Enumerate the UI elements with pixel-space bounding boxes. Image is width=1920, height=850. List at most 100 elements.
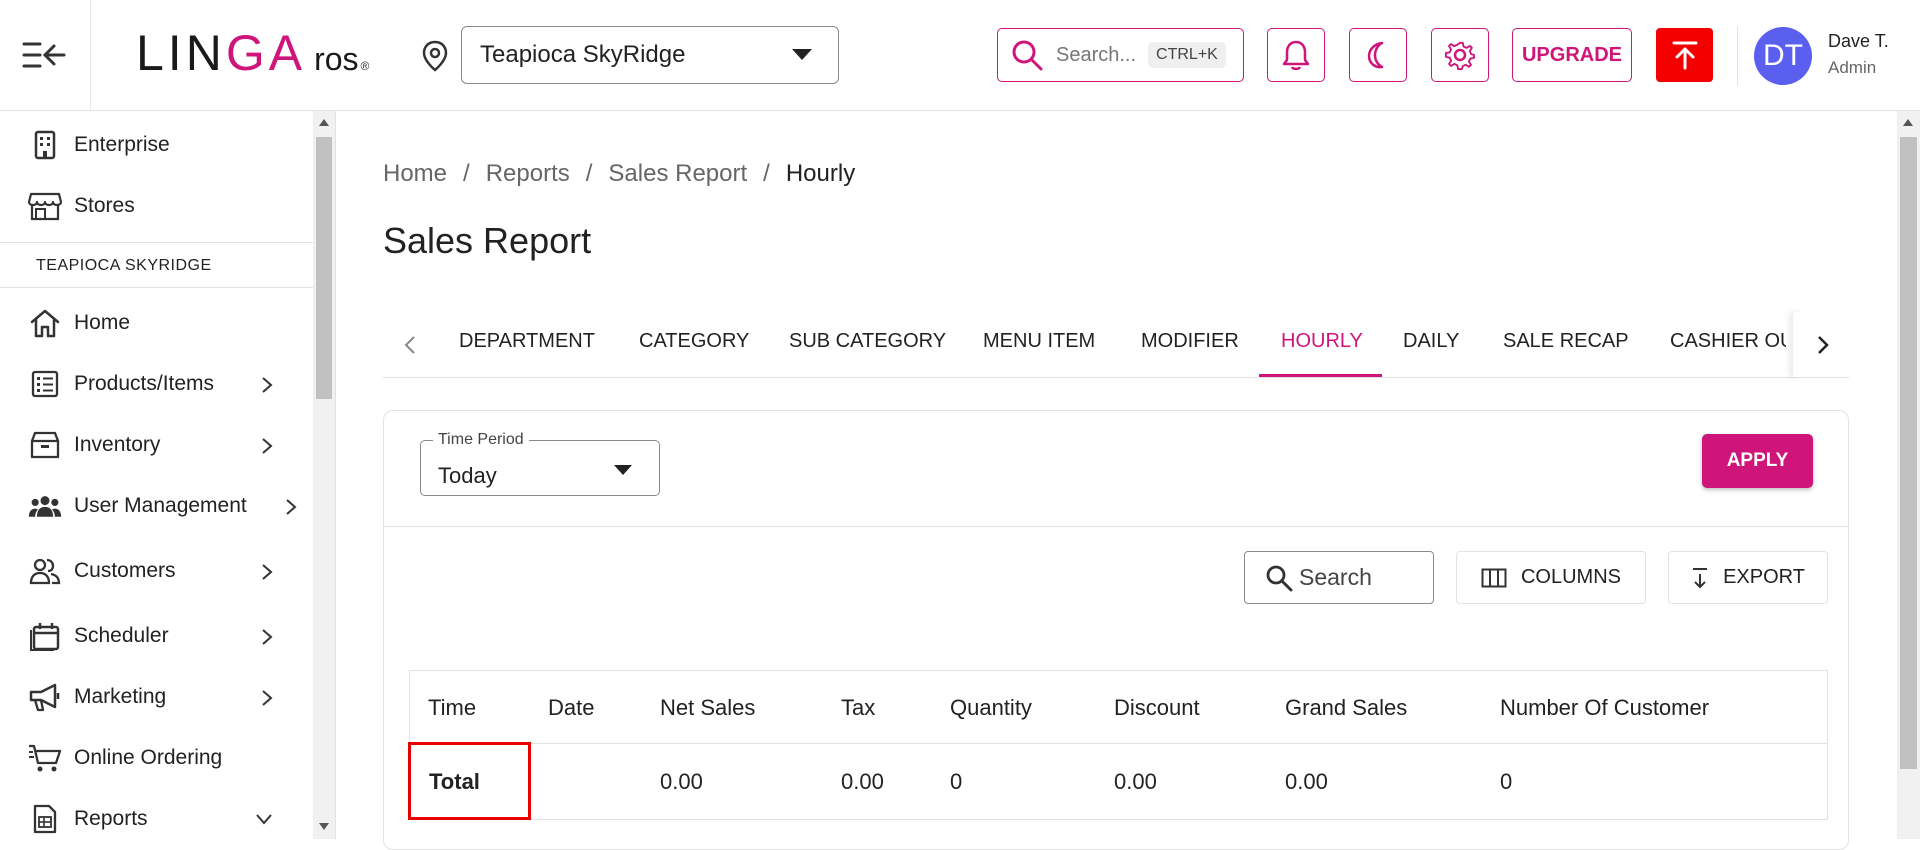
page-title: Sales Report bbox=[383, 220, 592, 261]
moon-icon bbox=[1367, 41, 1384, 69]
logo-brand-accent: GA bbox=[225, 25, 307, 81]
tab-scroll-right-icon[interactable] bbox=[1808, 330, 1838, 360]
main-scroll-thumb[interactable] bbox=[1900, 137, 1917, 769]
breadcrumb-sales-report[interactable]: Sales Report bbox=[608, 160, 747, 188]
columns-label: COLUMNS bbox=[1520, 566, 1621, 588]
logo-product: ros bbox=[314, 41, 359, 77]
global-search[interactable]: Search... CTRL+K bbox=[997, 28, 1244, 82]
column-header[interactable]: Time bbox=[428, 695, 476, 721]
caret-down-icon bbox=[614, 465, 632, 475]
main-scrollbar[interactable] bbox=[1897, 111, 1920, 839]
linga-logo[interactable]: LINGA ros ® bbox=[136, 28, 369, 78]
publish-button[interactable] bbox=[1656, 28, 1713, 82]
column-header[interactable]: Number Of Customer bbox=[1500, 695, 1709, 721]
scroll-up-arrow-icon[interactable] bbox=[1903, 119, 1913, 126]
tab-department[interactable]: DEPARTMENT bbox=[459, 330, 595, 353]
column-header[interactable]: Quantity bbox=[950, 695, 1032, 721]
sidebar-item-scheduler[interactable]: Scheduler bbox=[0, 608, 313, 664]
table-cell: 0 bbox=[1500, 769, 1513, 794]
sidebar-item-label: User Management bbox=[74, 494, 247, 517]
table-header-row: Time Date Net Sales Tax Quantity Discoun… bbox=[410, 671, 1827, 744]
sidebar-item-stores[interactable]: Stores bbox=[0, 178, 313, 234]
upgrade-button[interactable]: UPGRADE bbox=[1512, 28, 1632, 82]
time-period-value: Today bbox=[438, 463, 497, 488]
chevron-right-icon bbox=[262, 629, 273, 645]
user-name[interactable]: Dave T. bbox=[1828, 31, 1889, 52]
content-divider bbox=[335, 111, 336, 839]
sidebar-item-label: Reports bbox=[74, 807, 148, 830]
building-icon bbox=[28, 128, 62, 162]
sidebar-item-label: Customers bbox=[74, 559, 176, 582]
tab-cashier-out[interactable]: CASHIER OUT bbox=[1670, 330, 1786, 353]
store-selector[interactable]: Teapioca SkyRidge bbox=[461, 26, 839, 84]
cart-icon bbox=[28, 741, 62, 775]
sidebar-item-reports[interactable]: Reports bbox=[0, 791, 313, 839]
tab-hourly[interactable]: HOURLY bbox=[1281, 330, 1363, 353]
tab-daily[interactable]: DAILY bbox=[1403, 330, 1459, 353]
tab-scroll-left-icon[interactable] bbox=[395, 330, 425, 360]
breadcrumb-home[interactable]: Home bbox=[383, 160, 447, 188]
sidebar-item-user-management[interactable]: User Management bbox=[0, 478, 313, 534]
tab-menu-item[interactable]: MENU ITEM bbox=[983, 330, 1095, 353]
sidebar-item-label: Home bbox=[74, 311, 131, 334]
apply-button[interactable]: APPLY bbox=[1702, 434, 1813, 488]
sidebar-item-home[interactable]: Home bbox=[0, 295, 313, 351]
home-icon bbox=[28, 306, 62, 340]
sidebar-item-online-ordering[interactable]: Online Ordering bbox=[0, 730, 313, 786]
megaphone-icon bbox=[28, 680, 62, 714]
sidebar-item-enterprise[interactable]: Enterprise bbox=[0, 117, 313, 173]
dark-mode-button[interactable] bbox=[1349, 28, 1407, 82]
column-header[interactable]: Discount bbox=[1114, 695, 1200, 721]
columns-button[interactable]: COLUMNS bbox=[1456, 551, 1646, 604]
tab-modifier[interactable]: MODIFIER bbox=[1141, 330, 1239, 353]
sidebar-item-label: Stores bbox=[74, 194, 135, 217]
column-header[interactable]: Date bbox=[548, 695, 594, 721]
sidebar-item-products-items[interactable]: Products/Items bbox=[0, 356, 313, 412]
sidebar-item-inventory[interactable]: Inventory bbox=[0, 417, 313, 473]
column-header[interactable]: Net Sales bbox=[660, 695, 755, 721]
store-icon bbox=[28, 189, 62, 223]
sidebar-item-customers[interactable]: Customers bbox=[0, 543, 313, 599]
breadcrumb-reports[interactable]: Reports bbox=[486, 160, 570, 188]
search-shortcut-badge: CTRL+K bbox=[1148, 42, 1226, 68]
global-search-placeholder: Search... bbox=[1056, 43, 1137, 66]
store-selector-value: Teapioca SkyRidge bbox=[480, 41, 686, 68]
sidebar-item-marketing[interactable]: Marketing bbox=[0, 669, 313, 725]
users-icon bbox=[28, 489, 62, 523]
settings-button[interactable] bbox=[1431, 28, 1489, 82]
export-button[interactable]: EXPORT bbox=[1668, 551, 1828, 604]
table-cell: 0.00 bbox=[1114, 769, 1157, 794]
table-cell: 0.00 bbox=[1285, 769, 1328, 794]
column-header[interactable]: Tax bbox=[841, 695, 875, 721]
time-period-select[interactable]: Time Period Today bbox=[420, 431, 660, 496]
store-section-label: TEAPIOCA SKYRIDGE bbox=[0, 242, 313, 288]
chevron-right-icon bbox=[262, 438, 273, 454]
sidebar-scroll-thumb[interactable] bbox=[316, 137, 332, 399]
tab-category[interactable]: CATEGORY bbox=[639, 330, 749, 353]
chevron-right-icon bbox=[286, 499, 297, 515]
tab-sale-recap[interactable]: SALE RECAP bbox=[1503, 330, 1629, 353]
sidebar: Enterprise Stores TEAPIOCA SKYRIDGE Home… bbox=[0, 111, 313, 839]
sidebar-item-label: Scheduler bbox=[74, 624, 169, 647]
chevron-right-icon bbox=[262, 564, 273, 580]
sidebar-item-label: Marketing bbox=[74, 685, 167, 708]
grid-search-input[interactable]: Search bbox=[1244, 551, 1434, 604]
gear-icon bbox=[1444, 41, 1476, 71]
sidebar-scrollbar[interactable] bbox=[313, 111, 335, 839]
table-cell: 0.00 bbox=[660, 769, 703, 794]
scroll-up-arrow-icon[interactable] bbox=[319, 119, 329, 126]
caret-down-icon bbox=[792, 49, 812, 60]
column-header[interactable]: Grand Sales bbox=[1285, 695, 1407, 721]
tabs-scroll-edge bbox=[1793, 312, 1803, 377]
notifications-button[interactable] bbox=[1267, 28, 1325, 82]
sidebar-item-label: Enterprise bbox=[74, 133, 170, 156]
collapse-menu-icon[interactable] bbox=[18, 35, 70, 75]
table-row: Total 0.00 0.00 0 0.00 0.00 0 bbox=[410, 744, 1827, 819]
active-tab-indicator bbox=[1259, 374, 1382, 377]
breadcrumb-current: Hourly bbox=[785, 160, 856, 187]
avatar[interactable]: DT bbox=[1754, 27, 1812, 85]
sidebar-item-label: Inventory bbox=[74, 433, 161, 456]
tab-sub-category[interactable]: SUB CATEGORY bbox=[789, 330, 946, 353]
chevron-right-icon bbox=[262, 690, 273, 706]
scroll-down-arrow-icon[interactable] bbox=[319, 823, 329, 830]
